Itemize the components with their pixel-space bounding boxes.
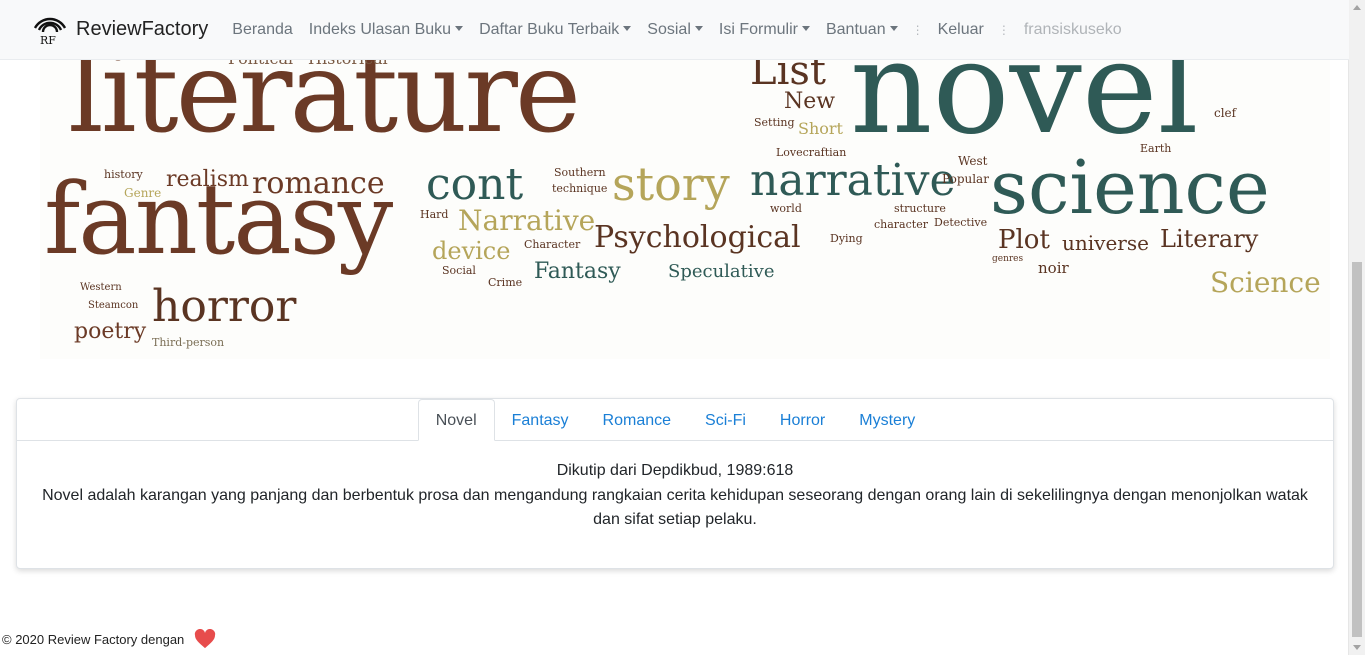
cloud-word: cont [426,159,524,210]
cloud-word: Western [80,282,122,293]
nav-beranda[interactable]: Beranda [224,21,301,39]
cloud-word: Fantasy [534,259,621,284]
cloud-word: West [958,154,988,168]
cloud-word: poetry [74,319,147,344]
cloud-word: genres [992,254,1024,264]
tab-content: Dikutip dari Depdikbud, 1989:618 Novel a… [17,459,1333,533]
cloud-word: Short [798,119,843,138]
top-navbar: RF ReviewFactory Beranda Indeks Ulasan B… [0,0,1349,60]
nav-username[interactable]: fransiskuseko [1016,21,1130,39]
cloud-word: structure [894,202,946,215]
word-cloud-banner: literature novel fantasy science narrati… [40,59,1330,359]
cloud-word: New [784,89,836,114]
cloud-word: romance [252,166,385,201]
cloud-word: Genre [124,186,162,200]
cloud-word: Hard [420,208,449,221]
nav-sosial-dropdown[interactable]: Sosial [639,21,711,39]
cloud-word: character [874,218,928,231]
cloud-word: science [990,145,1270,231]
cloud-word: Dying [830,232,863,245]
cloud-word: Lovecraftian [776,146,847,159]
cloud-word: device [432,237,511,265]
cloud-word: Speculative [668,261,775,282]
heart-icon [195,629,216,649]
nav-bantuan-dropdown[interactable]: Bantuan [818,21,906,39]
definition-source: Dikutip dari Depdikbud, 1989:618 [556,462,794,479]
cloud-word: Steamcon [88,300,139,311]
cloud-word: realism [166,167,249,192]
cloud-word: Political [228,59,293,67]
scroll-down-arrow-icon[interactable] [1353,645,1361,650]
tab-sci-fi[interactable]: Sci-Fi [688,399,763,440]
cloud-word: Detective [934,216,988,229]
cloud-word: world [770,202,802,215]
footer: © 2020 Review Factory dengan [2,629,216,649]
brand-link[interactable]: RF ReviewFactory [32,14,208,46]
brand-name: ReviewFactory [76,18,209,40]
cloud-word: Literary [1160,225,1259,253]
vertical-scrollbar[interactable] [1348,0,1365,655]
cloud-word: Crime [488,276,523,289]
cloud-word: Character [524,238,581,251]
nav-logout-link[interactable]: Keluar [930,21,992,39]
nav-separator: ⋮ [911,22,924,37]
cloud-word: Popular [942,172,989,186]
cloud-word: Third-person [152,336,225,349]
cloud-word: technique [552,182,608,195]
cloud-word: universe [1062,231,1149,255]
cloud-word: narrative [750,155,956,206]
genre-card: Novel Fantasy Romance Sci-Fi Horror Myst… [16,398,1334,569]
cloud-word: noir [1038,259,1069,277]
cloud-word: clef [1214,106,1237,120]
cloud-word: Narrative [458,204,596,237]
cloud-word: Social [442,264,476,277]
cloud-word: horror [152,281,297,332]
tab-mystery[interactable]: Mystery [842,399,932,440]
cloud-word: story [612,157,730,211]
cloud-word: Psychological [594,220,801,255]
logo-text: RF [40,34,56,46]
tab-novel[interactable]: Novel [417,399,495,441]
footer-text: © 2020 Review Factory dengan [2,631,185,647]
nav-daftar-buku-terbaik-dropdown[interactable]: Daftar Buku Terbaik [471,21,639,39]
cloud-word: Southern [554,166,606,179]
scroll-up-arrow-icon[interactable] [1353,5,1361,10]
cloud-word: history [104,168,143,181]
scrollbar-thumb[interactable] [1352,262,1362,637]
nav-isi-formulir-dropdown[interactable]: Isi Formulir [711,21,818,39]
cloud-word: Earth [1140,142,1172,155]
cloud-word: Historical [308,59,388,67]
nav-indeks-ulasan-buku-dropdown[interactable]: Indeks Ulasan Buku [301,21,471,39]
cloud-word: Plot [998,225,1050,255]
cloud-word: Setting [754,116,795,129]
wifi-logo-icon: RF [33,17,67,46]
cloud-word: Science [1210,266,1321,299]
tab-romance[interactable]: Romance [586,399,688,440]
nav-menu: Beranda Indeks Ulasan Buku Daftar Buku T… [224,21,1129,39]
definition-text: Novel adalah karangan yang panjang dan b… [42,486,1308,529]
cloud-word: literature [68,59,581,158]
genre-tabs: Novel Fantasy Romance Sci-Fi Horror Myst… [17,399,1333,441]
cloud-word: List [750,59,826,94]
tab-fantasy[interactable]: Fantasy [495,399,586,440]
nav-separator: ⋮ [997,22,1010,37]
tab-horror[interactable]: Horror [763,399,842,440]
cloud-word: novel [850,59,1199,163]
